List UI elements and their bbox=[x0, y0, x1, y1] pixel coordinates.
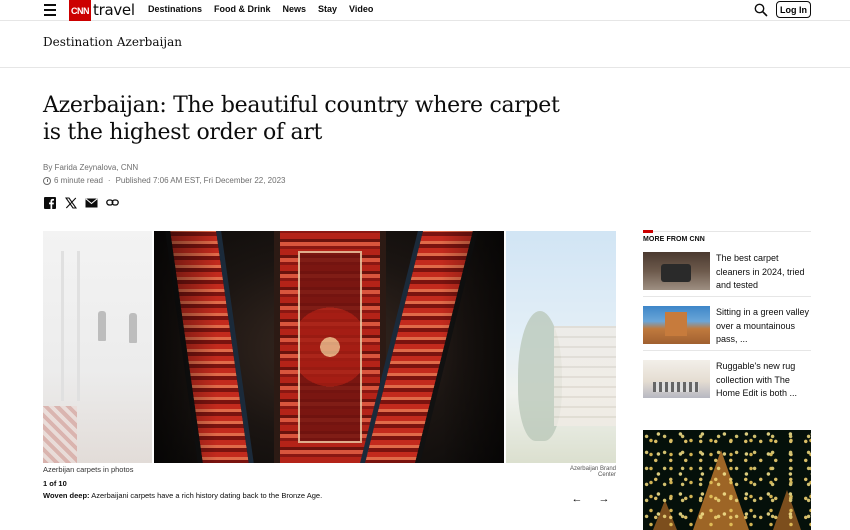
nav-news[interactable]: News bbox=[283, 4, 307, 14]
sidebar-card-headline[interactable]: The best carpet cleaners in 2024, tried … bbox=[716, 252, 811, 293]
nav-stay[interactable]: Stay bbox=[318, 4, 337, 14]
sidebar-rule bbox=[643, 231, 811, 232]
section-bar: Destination Azerbaijan bbox=[0, 21, 850, 68]
description-text: Azerbaijani carpets have a rich history … bbox=[89, 491, 323, 500]
prev-arrow-icon[interactable]: ← bbox=[571, 493, 583, 505]
menu-icon[interactable] bbox=[44, 4, 56, 16]
primary-nav: Destinations Food & Drink News Stay Vide… bbox=[148, 4, 385, 14]
carpet-fragment bbox=[43, 406, 77, 463]
photo-credit: Azerbaijan Brand Center bbox=[569, 466, 616, 478]
travel-logo-text[interactable]: travel bbox=[93, 1, 135, 19]
image-vignette bbox=[154, 231, 504, 463]
x-icon[interactable] bbox=[64, 196, 77, 209]
person-figure bbox=[129, 313, 137, 343]
facebook-icon[interactable] bbox=[43, 196, 56, 209]
sidebar-card-thumbnail[interactable] bbox=[643, 306, 710, 344]
column-shape bbox=[61, 251, 64, 401]
sidebar-title: MORE FROM CNN bbox=[643, 236, 705, 243]
gallery-description: Woven deep: Azerbaijani carpets have a r… bbox=[43, 491, 322, 500]
sidebar-card-headline[interactable]: Sitting in a green valley over a mountai… bbox=[716, 306, 811, 347]
nav-food-drink[interactable]: Food & Drink bbox=[214, 4, 271, 14]
top-navigation-bar: CNN travel Destinations Food & Drink New… bbox=[0, 0, 850, 21]
sidebar-divider bbox=[643, 350, 811, 351]
login-button[interactable]: Log In bbox=[776, 1, 811, 18]
description-lead: Woven deep: bbox=[43, 491, 90, 500]
thumbnail-shape bbox=[665, 312, 687, 336]
photo-gallery[interactable] bbox=[43, 231, 616, 463]
gallery-main-image[interactable] bbox=[154, 231, 504, 463]
gallery-prev-slide-image[interactable] bbox=[43, 231, 152, 463]
next-arrow-icon[interactable]: → bbox=[598, 493, 610, 505]
sidebar-card[interactable]: Ruggable's new rug collection with The H… bbox=[643, 358, 811, 403]
sidebar-promo-image[interactable] bbox=[643, 430, 811, 530]
sidebar-card[interactable]: Sitting in a green valley over a mountai… bbox=[643, 304, 811, 349]
sidebar-card-thumbnail[interactable] bbox=[643, 360, 710, 398]
sidebar-card-headline[interactable]: Ruggable's new rug collection with The H… bbox=[716, 360, 811, 401]
sidebar-card-thumbnail[interactable] bbox=[643, 252, 710, 290]
sidebar-accent-rule bbox=[643, 230, 653, 233]
published-date: Published 7:06 AM EST, Fri December 22, … bbox=[115, 176, 286, 185]
gallery-counter: 1 of 10 bbox=[43, 479, 67, 488]
share-bar bbox=[43, 196, 119, 209]
email-icon[interactable] bbox=[85, 196, 98, 209]
thumbnail-shape bbox=[653, 382, 699, 392]
article-headline: Azerbaijan: The beautiful country where … bbox=[43, 93, 560, 145]
read-time: 6 minute read bbox=[54, 176, 103, 185]
nav-video[interactable]: Video bbox=[349, 4, 373, 14]
gallery-caption-title: Azerbijan carpets in photos bbox=[43, 465, 134, 474]
sidebar-card[interactable]: The best carpet cleaners in 2024, tried … bbox=[643, 250, 811, 295]
cnn-logo[interactable]: CNN bbox=[69, 0, 91, 21]
column-shape bbox=[77, 251, 80, 401]
gallery-next-slide-image[interactable] bbox=[506, 231, 616, 463]
meta-separator: · bbox=[107, 176, 111, 185]
string-lights bbox=[643, 430, 811, 530]
image-haze bbox=[506, 231, 616, 463]
link-icon[interactable] bbox=[106, 196, 119, 209]
sidebar-divider bbox=[643, 296, 811, 297]
nav-destinations[interactable]: Destinations bbox=[148, 4, 202, 14]
person-figure bbox=[98, 311, 106, 341]
search-icon[interactable] bbox=[754, 3, 768, 17]
thumbnail-shape bbox=[661, 264, 691, 282]
article-meta: 6 minute read · Published 7:06 AM EST, F… bbox=[43, 176, 285, 185]
clock-icon bbox=[43, 176, 51, 185]
section-title-link[interactable]: Destination Azerbaijan bbox=[43, 35, 182, 49]
article-byline[interactable]: By Farida Zeynalova, CNN bbox=[43, 163, 138, 172]
